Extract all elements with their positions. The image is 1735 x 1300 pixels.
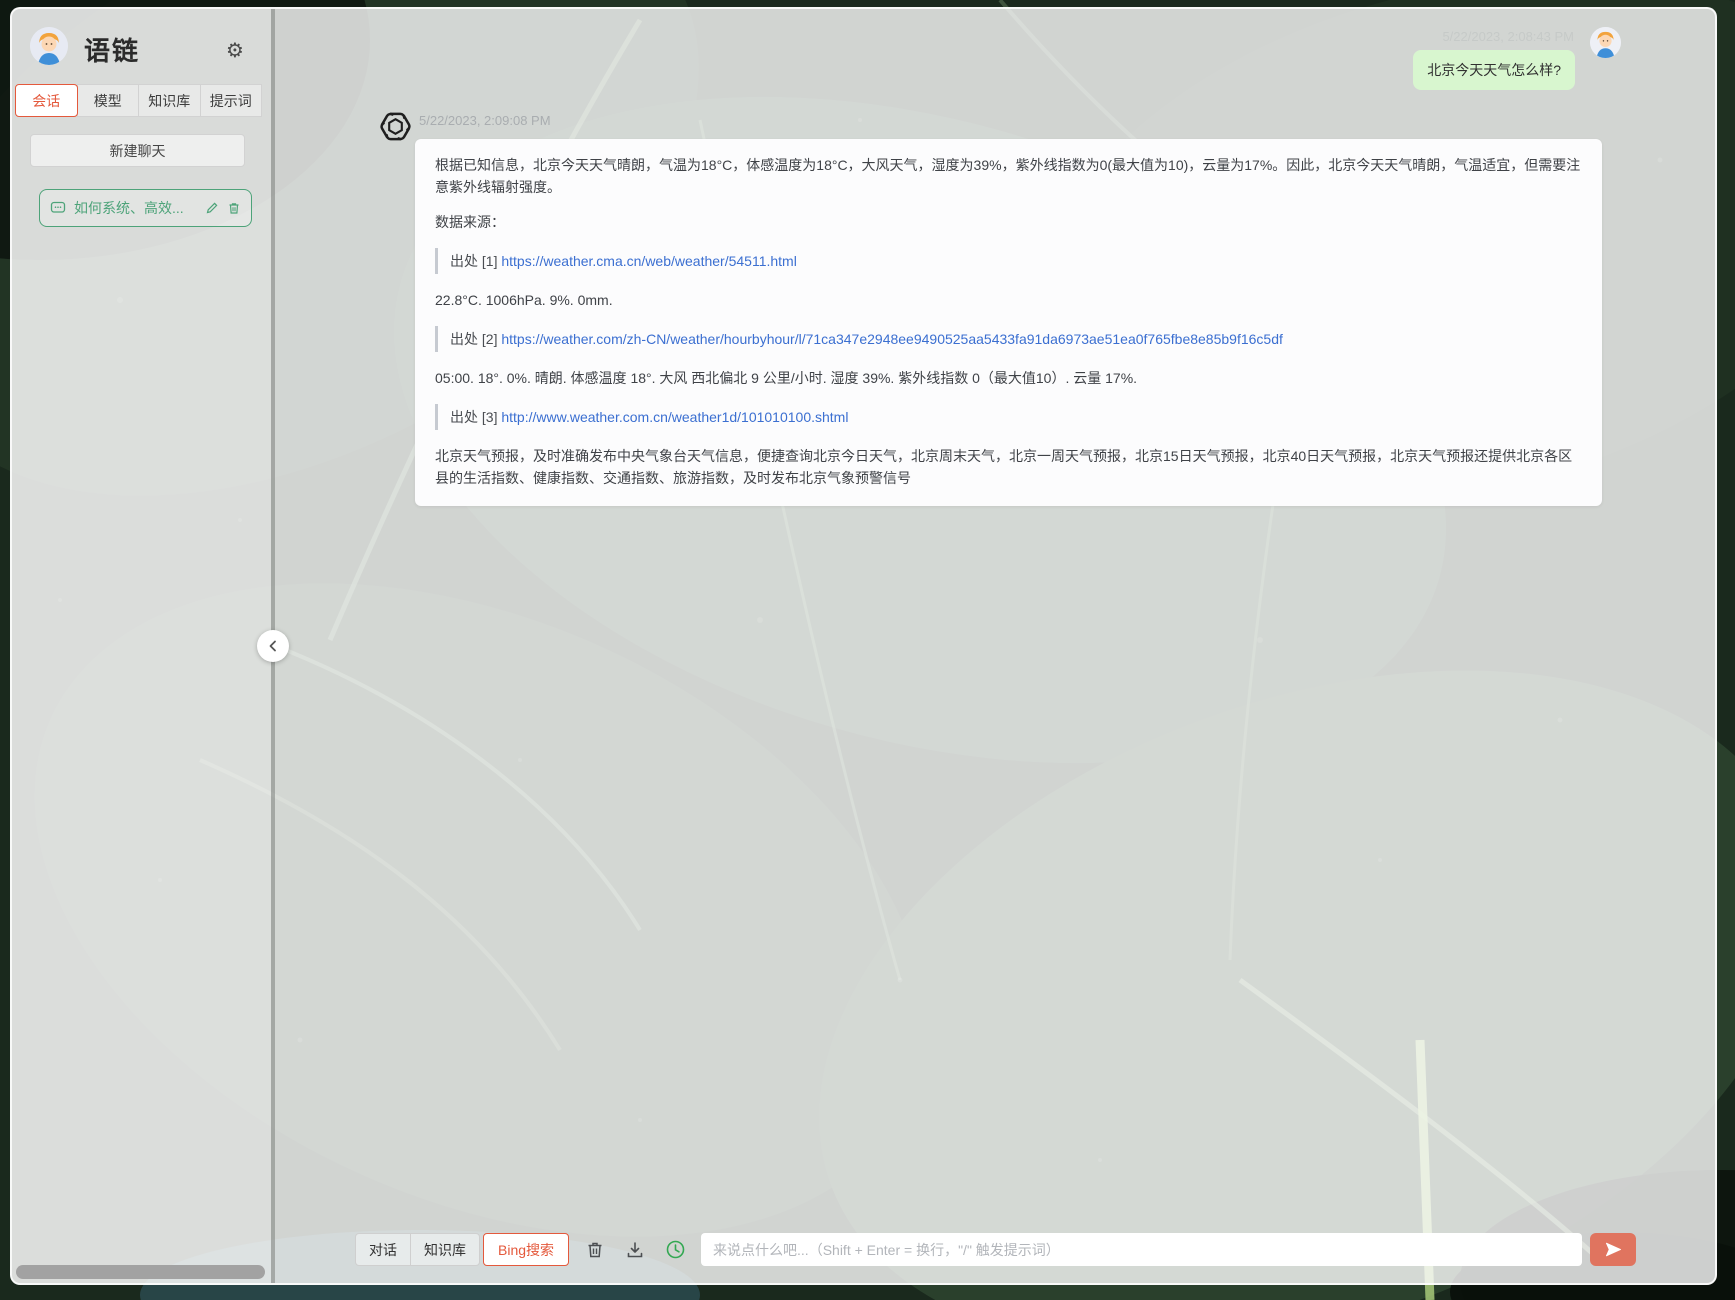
- assistant-footer-paragraph: 北京天气预报，及时准确发布中央气象台天气信息，便捷查询北京今日天气，北京周末天气…: [435, 448, 1573, 486]
- user-message-bubble: 北京今天天气怎么样?: [1413, 50, 1575, 90]
- source-1-prefix: 出处 [1]: [450, 253, 502, 269]
- mode-knowledge-base-button[interactable]: 知识库: [410, 1234, 479, 1265]
- mode-bing-search-button[interactable]: Bing搜索: [483, 1233, 570, 1266]
- new-chat-button[interactable]: 新建聊天: [30, 134, 245, 167]
- sources-label: 数据来源：: [435, 214, 505, 230]
- openai-logo-icon: [379, 110, 412, 143]
- assistant-message-bubble: 根据已知信息，北京今天天气晴朗，气温为18°C，体感温度为18°C，大风天气，湿…: [415, 139, 1602, 506]
- boy-avatar-icon: [30, 27, 68, 65]
- delete-trash-icon[interactable]: [227, 201, 241, 215]
- chat-item-title: 如何系统、高效...: [74, 200, 184, 216]
- app-window: 语链 ⚙ 会话 模型 知识库 提示词 新建聊天 如何系统、高效... 5/22/…: [10, 7, 1717, 1285]
- user-avatar: [1590, 27, 1621, 58]
- tab-conversations[interactable]: 会话: [15, 84, 78, 117]
- trash-icon: [588, 1242, 602, 1257]
- source-quote-3: 出处 [3] http://www.weather.com.cn/weather…: [435, 404, 1582, 430]
- source-quote-2: 出处 [2] https://weather.com/zh-CN/weather…: [435, 326, 1582, 352]
- edit-pencil-icon[interactable]: [205, 201, 219, 215]
- source-3-prefix: 出处 [3]: [450, 409, 502, 425]
- sidebar-collapse-button[interactable]: [257, 630, 289, 662]
- source-1-excerpt: 22.8°C. 1006hPa. 9%. 0mm.: [435, 292, 613, 308]
- assistant-summary-paragraph: 根据已知信息，北京今天天气晴朗，气温为18°C，体感温度为18°C，大风天气，湿…: [435, 157, 1581, 195]
- history-button[interactable]: [663, 1233, 687, 1266]
- chat-bubble-icon: [50, 201, 66, 213]
- tab-models[interactable]: 模型: [76, 84, 139, 117]
- settings-gear-icon[interactable]: ⚙: [220, 35, 250, 65]
- source-2-link[interactable]: https://weather.com/zh-CN/weather/hourby…: [501, 331, 1283, 347]
- app-title: 语链: [84, 36, 141, 66]
- sidebar-tabs: 会话 模型 知识库 提示词: [15, 84, 262, 117]
- download-icon: [627, 1241, 643, 1257]
- source-quote-1: 出处 [1] https://weather.cma.cn/web/weathe…: [435, 248, 1582, 274]
- source-2-excerpt: 05:00. 18°. 0%. 晴朗. 体感温度 18°. 大风 西北偏北 9 …: [435, 370, 1138, 386]
- chat-history-item[interactable]: 如何系统、高效...: [39, 189, 252, 227]
- send-button[interactable]: [1590, 1233, 1636, 1266]
- mode-switch-group: 对话 知识库: [355, 1233, 480, 1266]
- profile-avatar[interactable]: [30, 27, 68, 65]
- source-2-prefix: 出处 [2]: [450, 331, 502, 347]
- message-input[interactable]: [701, 1233, 1582, 1266]
- horizontal-scrollbar-thumb[interactable]: [16, 1265, 265, 1279]
- chevron-left-icon: [269, 640, 276, 652]
- mode-chat-button[interactable]: 对话: [356, 1234, 410, 1265]
- user-message-timestamp: 5/22/2023, 2:08:43 PM: [1442, 29, 1574, 44]
- clock-history-icon: [666, 1240, 684, 1259]
- tab-prompts[interactable]: 提示词: [199, 84, 262, 117]
- export-download-button[interactable]: [623, 1233, 647, 1266]
- source-1-link[interactable]: https://weather.cma.cn/web/weather/54511…: [501, 253, 796, 269]
- clear-messages-button[interactable]: [583, 1233, 607, 1266]
- sidebar: 语链 ⚙ 会话 模型 知识库 提示词 新建聊天 如何系统、高效...: [12, 9, 271, 1283]
- source-3-link[interactable]: http://www.weather.com.cn/weather1d/1010…: [501, 409, 848, 425]
- assistant-message-timestamp: 5/22/2023, 2:09:08 PM: [419, 113, 551, 128]
- boy-avatar-icon: [1590, 27, 1621, 58]
- tab-knowledge-base[interactable]: 知识库: [138, 84, 201, 117]
- paper-plane-icon: [1605, 1242, 1621, 1257]
- composer-toolbar: 对话 知识库 Bing搜索: [355, 1233, 1636, 1266]
